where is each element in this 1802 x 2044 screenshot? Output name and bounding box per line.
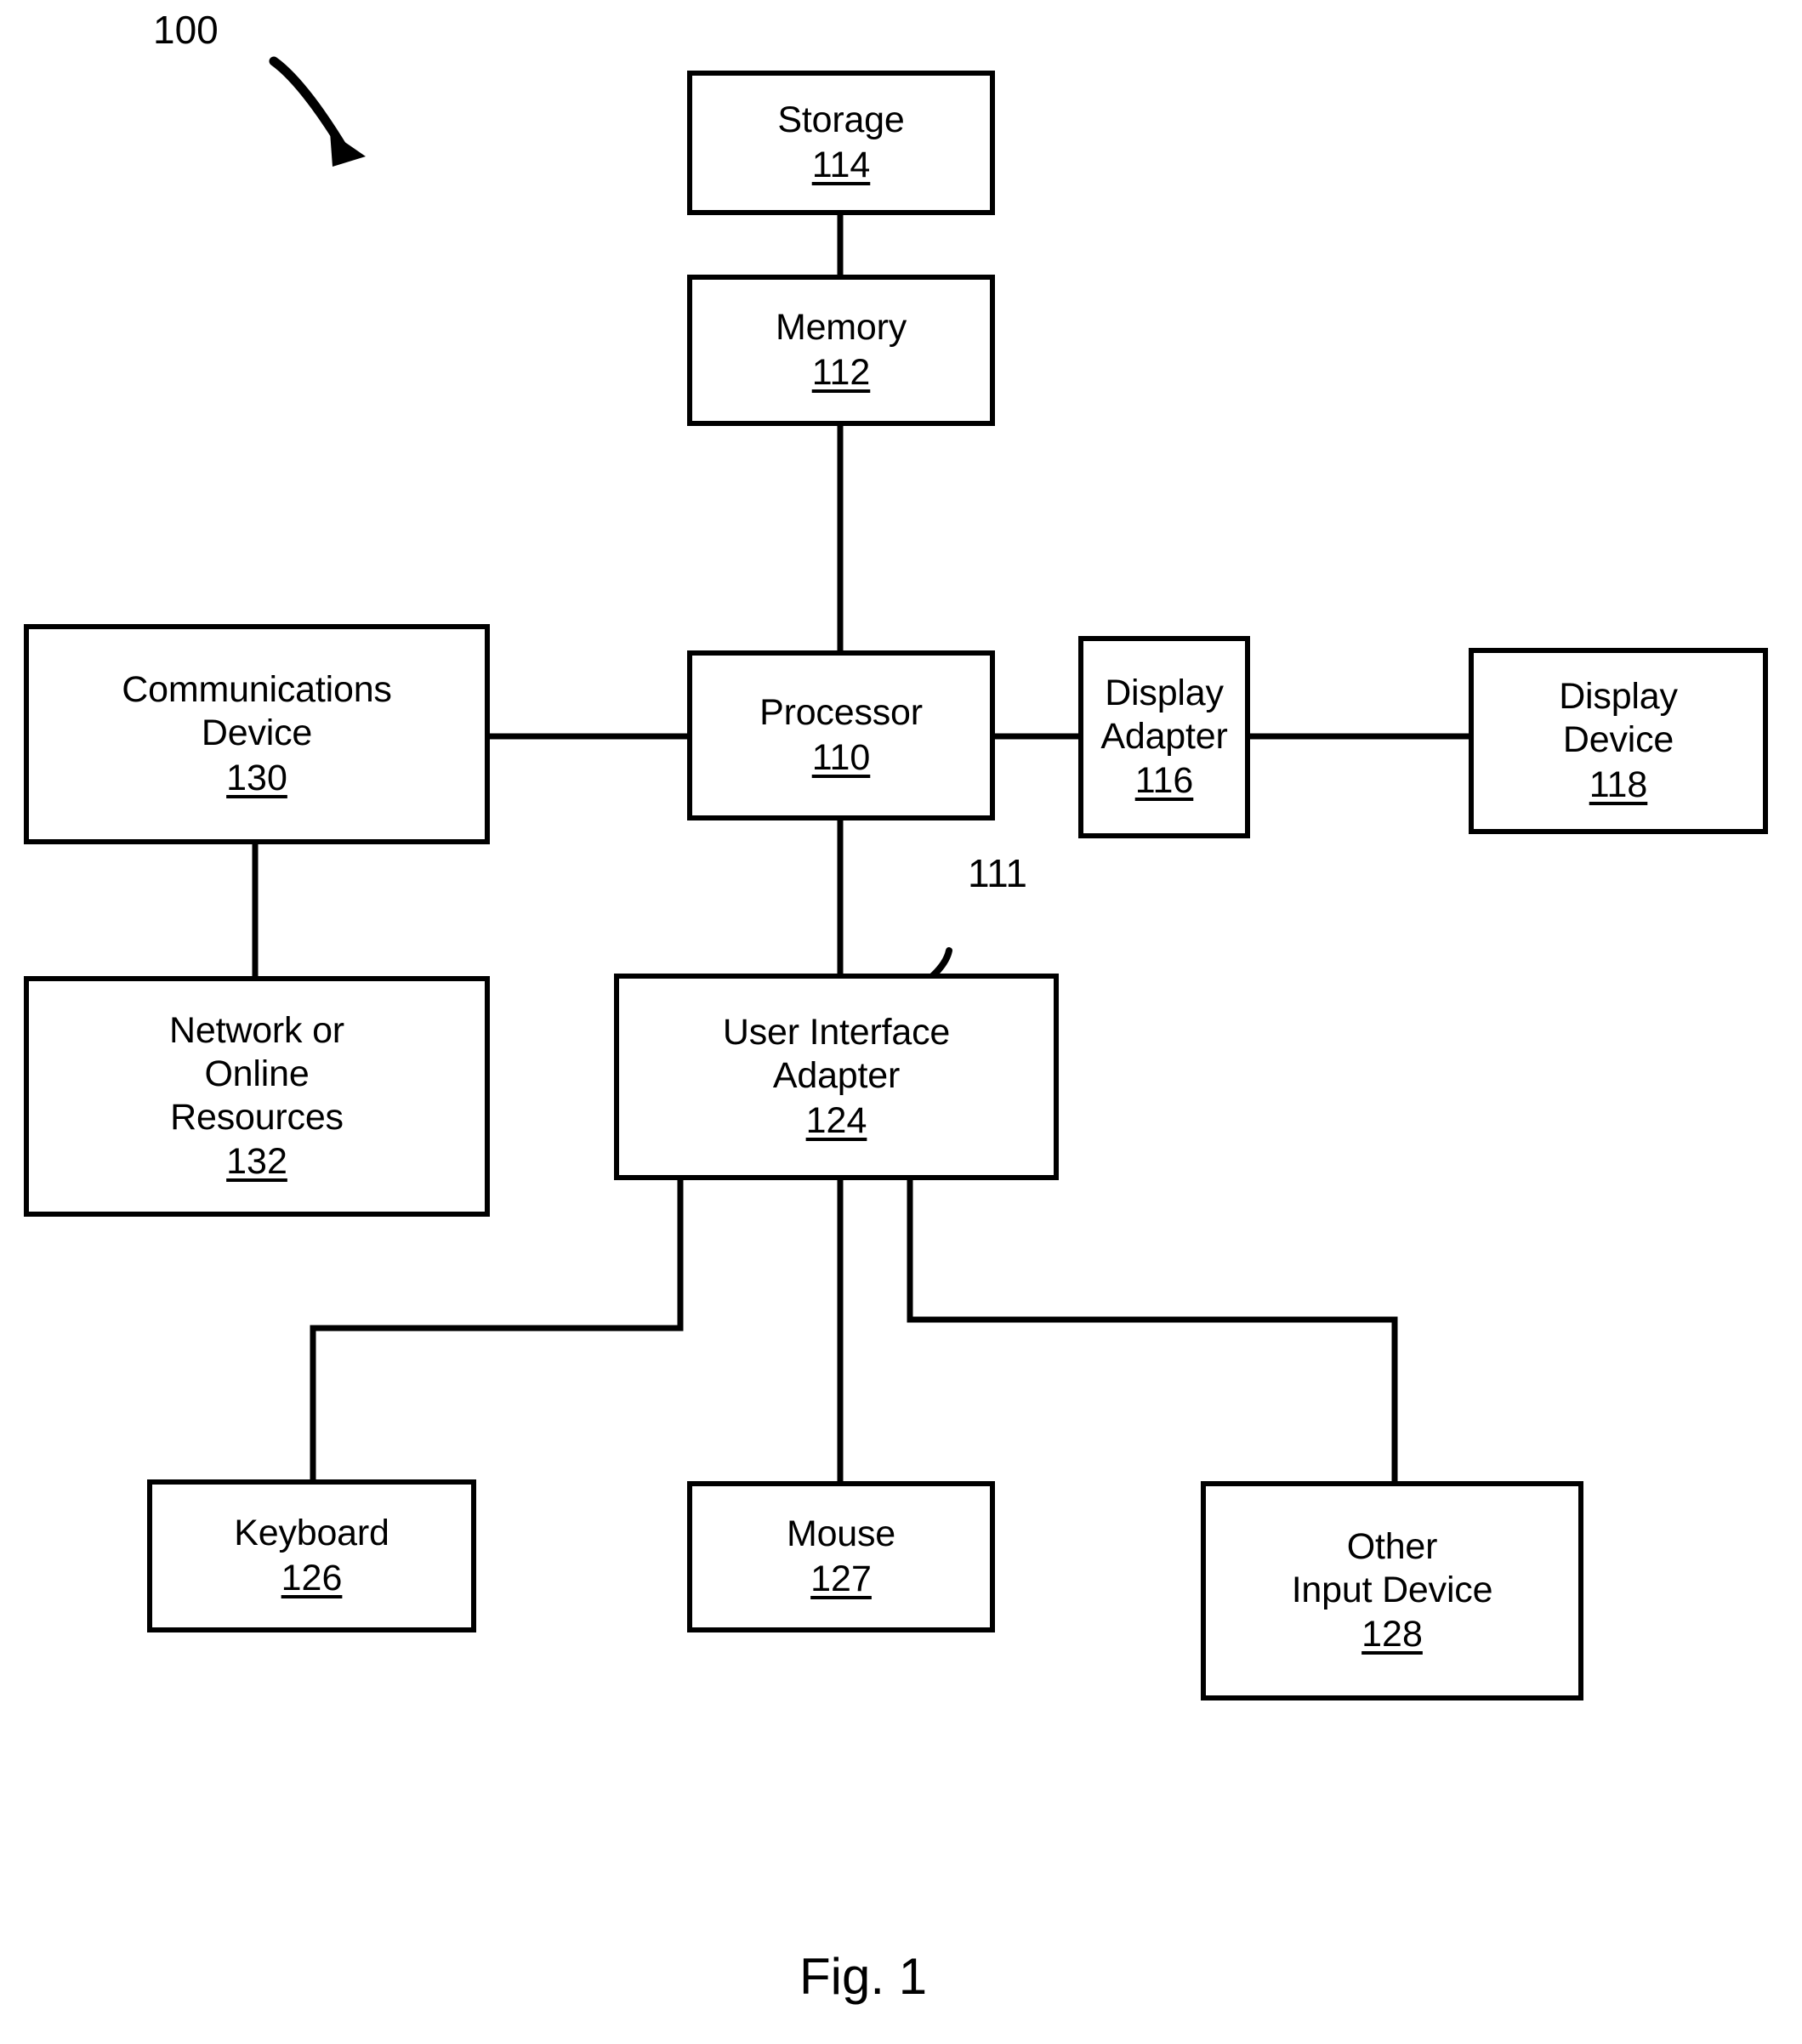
callout-111: 111 xyxy=(968,851,1027,895)
node-user-interface-adapter-ref: 124 xyxy=(805,1099,867,1141)
node-mouse[interactable]: Mouse 127 xyxy=(687,1481,995,1632)
node-memory-ref: 112 xyxy=(811,352,871,393)
node-network-resources[interactable]: Network or Online Resources 132 xyxy=(24,976,490,1217)
node-display-device-ref: 118 xyxy=(1589,764,1648,805)
node-communications-device[interactable]: Communications Device 130 xyxy=(24,624,490,844)
node-keyboard-ref: 126 xyxy=(281,1558,343,1598)
node-storage-label: Storage xyxy=(777,99,905,141)
node-network-resources-ref: 132 xyxy=(226,1141,287,1183)
node-display-device-label: Display Device xyxy=(1559,676,1678,761)
node-keyboard-label: Keyboard xyxy=(234,1513,389,1554)
node-network-resources-label: Network or Online Resources xyxy=(169,1010,344,1138)
node-display-adapter[interactable]: Display Adapter 116 xyxy=(1078,636,1250,838)
node-keyboard[interactable]: Keyboard 126 xyxy=(147,1479,476,1632)
node-communications-device-ref: 130 xyxy=(226,757,287,798)
node-storage-ref: 114 xyxy=(811,145,871,185)
node-processor[interactable]: Processor 110 xyxy=(687,650,995,820)
node-processor-ref: 110 xyxy=(811,737,871,778)
figure-caption: Fig. 1 xyxy=(799,1948,928,2005)
link-uiadapter-keyboard xyxy=(310,1178,684,1479)
node-user-interface-adapter[interactable]: User Interface Adapter 124 xyxy=(614,974,1059,1180)
leader-arrowhead-100 xyxy=(330,132,366,167)
node-memory-label: Memory xyxy=(775,307,907,349)
node-mouse-label: Mouse xyxy=(786,1513,896,1555)
node-other-input-device-label: Other Input Device xyxy=(1291,1525,1493,1610)
node-mouse-ref: 127 xyxy=(810,1559,872,1599)
node-processor-label: Processor xyxy=(759,692,923,734)
node-communications-device-label: Communications Device xyxy=(122,669,392,754)
link-uiadapter-otherinput xyxy=(907,1178,1398,1481)
node-display-device[interactable]: Display Device 118 xyxy=(1469,648,1768,834)
node-other-input-device[interactable]: Other Input Device 128 xyxy=(1201,1481,1583,1700)
node-user-interface-adapter-label: User Interface Adapter xyxy=(722,1012,951,1097)
node-display-adapter-ref: 116 xyxy=(1134,760,1194,802)
callout-100: 100 xyxy=(153,8,219,52)
node-storage[interactable]: Storage 114 xyxy=(687,71,995,215)
patent-figure-1: 100 111 Storage 114 Memory 112 Processor… xyxy=(0,0,1802,2044)
node-display-adapter-label: Display Adapter xyxy=(1100,672,1228,757)
node-memory[interactable]: Memory 112 xyxy=(687,275,995,426)
node-other-input-device-ref: 128 xyxy=(1361,1614,1423,1655)
